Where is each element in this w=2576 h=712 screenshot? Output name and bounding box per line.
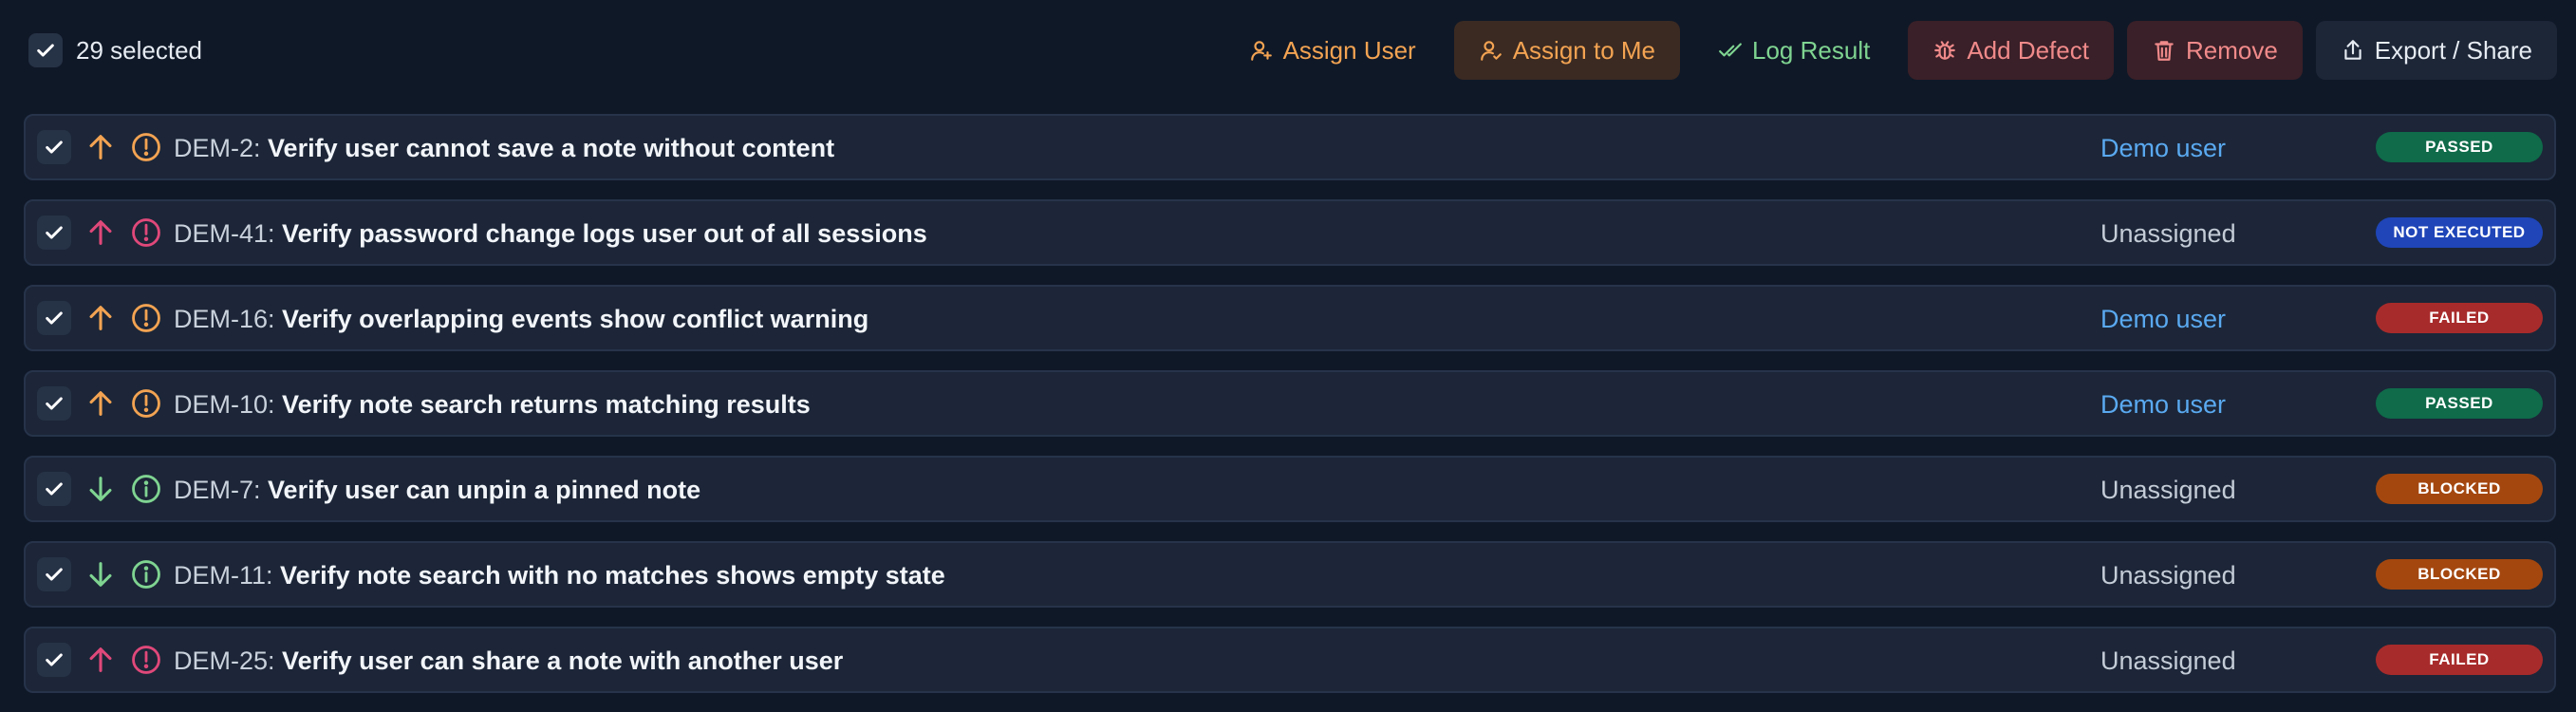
test-case-title[interactable]: DEM-2: Verify user cannot save a note wi…: [174, 131, 834, 165]
test-case-name: Verify note search with no matches shows…: [280, 561, 945, 590]
check-icon: [46, 397, 63, 410]
arrow-up-icon: [89, 306, 112, 330]
assign-to-me-button[interactable]: Assign to Me: [1453, 21, 1681, 80]
assignee[interactable]: Demo user: [2100, 302, 2226, 336]
row-checkbox[interactable]: [37, 130, 71, 164]
assign-user-button[interactable]: Assign User: [1224, 21, 1441, 80]
select-all-checkbox[interactable]: [28, 33, 63, 67]
test-case-title[interactable]: DEM-41: Verify password change logs user…: [174, 216, 927, 251]
alert-circle-icon: [132, 646, 160, 674]
remove-button[interactable]: Remove: [2126, 21, 2303, 80]
row-checkbox[interactable]: [37, 472, 71, 506]
assignee[interactable]: Demo user: [2100, 131, 2226, 165]
status-badge: PASSED: [2376, 388, 2543, 419]
table-row[interactable]: DEM-10: Verify note search returns match…: [24, 370, 2556, 437]
status-badge: BLOCKED: [2376, 559, 2543, 590]
remove-label: Remove: [2185, 35, 2278, 65]
test-case-key: DEM-16:: [174, 305, 275, 333]
arrow-down-icon: [89, 562, 112, 587]
trash-icon: [2155, 41, 2174, 61]
export-share-label: Export / Share: [2374, 35, 2532, 65]
check-icon: [46, 653, 63, 666]
log-result-button[interactable]: Log Result: [1693, 21, 1895, 80]
row-checkbox[interactable]: [37, 215, 71, 250]
test-case-title[interactable]: DEM-7: Verify user can unpin a pinned no…: [174, 473, 700, 507]
test-case-list: DEM-2: Verify user cannot save a note wi…: [24, 114, 2556, 712]
test-case-key: DEM-25:: [174, 646, 275, 675]
row-checkbox[interactable]: [37, 557, 71, 591]
info-circle-icon: [132, 560, 160, 589]
test-case-key: DEM-11:: [174, 561, 273, 590]
test-case-title[interactable]: DEM-16: Verify overlapping events show c…: [174, 302, 868, 336]
test-case-key: DEM-7:: [174, 476, 261, 504]
check-icon: [46, 311, 63, 325]
test-case-name: Verify note search returns matching resu…: [282, 390, 811, 419]
table-row[interactable]: DEM-2: Verify user cannot save a note wi…: [24, 114, 2556, 180]
user-plus-icon: [1250, 41, 1272, 61]
assign-to-me-label: Assign to Me: [1512, 35, 1656, 65]
assignee: Unassigned: [2100, 646, 2236, 675]
row-checkbox[interactable]: [37, 643, 71, 677]
row-checkbox[interactable]: [37, 301, 71, 335]
toolbar-actions: Assign User Assign to Me Log Result Add …: [1224, 21, 2557, 80]
check-icon: [46, 226, 63, 239]
alert-circle-icon: [132, 218, 160, 247]
arrow-up-icon: [89, 220, 112, 245]
add-defect-label: Add Defect: [1967, 35, 2089, 65]
user-check-icon: [1480, 41, 1502, 61]
check-icon: [46, 568, 63, 581]
check-icon: [46, 141, 63, 154]
alert-circle-icon: [132, 304, 160, 332]
status-badge: NOT EXECUTED: [2376, 217, 2543, 248]
status-badge: BLOCKED: [2376, 474, 2543, 504]
test-case-name: Verify user can unpin a pinned note: [268, 476, 701, 504]
log-result-label: Log Result: [1752, 35, 1871, 65]
export-share-button[interactable]: Export / Share: [2315, 21, 2557, 80]
alert-circle-icon: [132, 133, 160, 161]
test-case-title[interactable]: DEM-10: Verify note search returns match…: [174, 387, 811, 422]
status-badge: FAILED: [2376, 303, 2543, 333]
test-case-name: Verify overlapping events show conflict …: [282, 305, 869, 333]
assignee: Unassigned: [2100, 561, 2236, 590]
table-row[interactable]: DEM-7: Verify user can unpin a pinned no…: [24, 456, 2556, 522]
alert-circle-icon: [132, 389, 160, 418]
status-badge: PASSED: [2376, 132, 2543, 162]
test-case-name: Verify password change logs user out of …: [282, 219, 927, 248]
arrow-up-icon: [89, 135, 112, 159]
check-icon: [37, 44, 54, 57]
info-circle-icon: [132, 475, 160, 503]
assignee: Unassigned: [2100, 219, 2236, 248]
test-case-title[interactable]: DEM-11: Verify note search with no match…: [174, 558, 945, 592]
test-case-key: DEM-2:: [174, 134, 261, 162]
share-icon: [2344, 40, 2361, 60]
arrow-up-icon: [89, 647, 112, 672]
table-row[interactable]: DEM-11: Verify note search with no match…: [24, 541, 2556, 608]
test-case-name: Verify user cannot save a note without c…: [268, 134, 835, 162]
assignee: Unassigned: [2100, 476, 2236, 504]
assignee[interactable]: Demo user: [2100, 387, 2226, 422]
table-row[interactable]: DEM-25: Verify user can share a note wit…: [24, 627, 2556, 693]
row-checkbox[interactable]: [37, 386, 71, 421]
selection-count: 29 selected: [76, 36, 202, 65]
test-case-title[interactable]: DEM-25: Verify user can share a note wit…: [174, 644, 843, 678]
bug-icon: [1934, 41, 1956, 60]
double-check-icon: [1719, 43, 1742, 57]
test-case-name: Verify user can share a note with anothe…: [282, 646, 844, 675]
test-case-key: DEM-41:: [174, 219, 275, 248]
table-row[interactable]: DEM-16: Verify overlapping events show c…: [24, 285, 2556, 351]
arrow-up-icon: [89, 391, 112, 416]
add-defect-button[interactable]: Add Defect: [1908, 21, 2114, 80]
status-badge: FAILED: [2376, 645, 2543, 675]
check-icon: [46, 482, 63, 496]
test-case-key: DEM-10:: [174, 390, 275, 419]
assign-user-label: Assign User: [1282, 35, 1416, 65]
bulk-action-toolbar: 29 selected Assign User Assign to Me Log…: [0, 0, 2576, 99]
table-row[interactable]: DEM-41: Verify password change logs user…: [24, 199, 2556, 266]
arrow-down-icon: [89, 477, 112, 501]
